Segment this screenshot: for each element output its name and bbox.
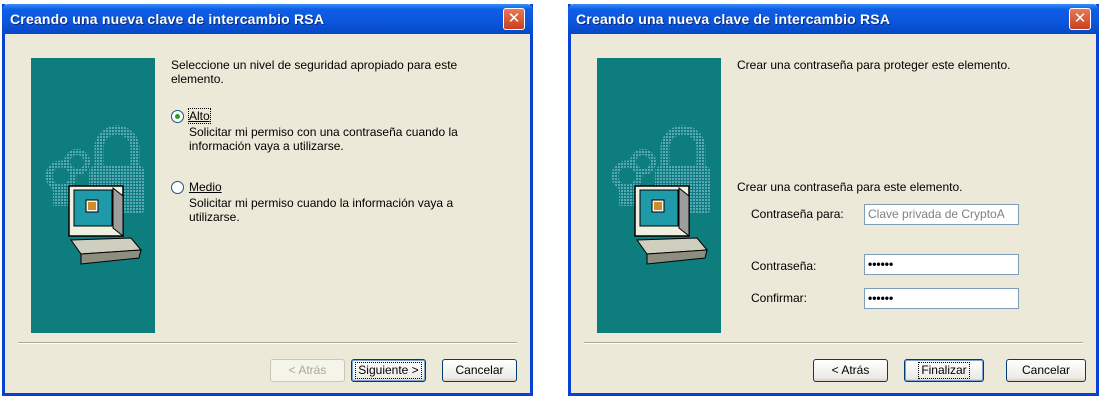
back-button[interactable]: < Atrás bbox=[813, 359, 888, 382]
separator bbox=[18, 342, 517, 344]
dialog-title: Creando una nueva clave de intercambio R… bbox=[10, 11, 325, 27]
intro-text: Crear una contraseña para proteger este … bbox=[737, 58, 1011, 72]
back-button[interactable]: < Atrás bbox=[270, 359, 345, 382]
dialog-title: Creando una nueva clave de intercambio R… bbox=[576, 11, 891, 27]
padlock-computer-icon bbox=[611, 125, 711, 265]
section-heading: Crear una contraseña para este elemento. bbox=[737, 180, 963, 194]
close-button[interactable]: ✕ bbox=[503, 8, 525, 30]
confirm-input[interactable]: •••••• bbox=[864, 288, 1019, 309]
close-icon: ✕ bbox=[1073, 10, 1087, 27]
next-button[interactable]: Siguiente > bbox=[351, 359, 426, 382]
close-icon: ✕ bbox=[507, 10, 521, 27]
medium-security-description: Solicitar mi permiso cuando la informaci… bbox=[189, 196, 454, 210]
medium-security-label[interactable]: Medio bbox=[189, 180, 222, 194]
security-level-dialog: Creando una nueva clave de intercambio R… bbox=[2, 4, 533, 396]
close-button[interactable]: ✕ bbox=[1069, 8, 1091, 30]
intro-text-line2: elemento. bbox=[171, 72, 224, 86]
high-security-label[interactable]: Alto bbox=[188, 108, 211, 124]
medium-security-radio[interactable] bbox=[171, 181, 184, 194]
password-label: Contraseña: bbox=[751, 259, 817, 273]
cancel-button[interactable]: Cancelar bbox=[442, 359, 517, 382]
medium-security-description-line2: utilizarse. bbox=[189, 210, 240, 224]
finish-button[interactable]: Finalizar bbox=[904, 359, 984, 382]
cancel-button[interactable]: Cancelar bbox=[1006, 359, 1086, 382]
title-bar[interactable]: Creando una nueva clave de intercambio R… bbox=[2, 4, 533, 34]
separator bbox=[584, 342, 1083, 344]
high-security-description-line2: información vaya a utilizarse. bbox=[189, 139, 344, 153]
padlock-computer-illustration bbox=[597, 58, 721, 333]
intro-text: Seleccione un nivel de seguridad apropia… bbox=[171, 58, 458, 72]
password-for-field: Clave privada de CryptoA bbox=[864, 204, 1019, 225]
padlock-computer-illustration bbox=[31, 58, 155, 333]
password-for-label: Contraseña para: bbox=[751, 207, 844, 221]
password-input[interactable]: •••••• bbox=[864, 254, 1019, 275]
confirm-label: Confirmar: bbox=[751, 291, 808, 305]
high-security-radio[interactable] bbox=[171, 110, 184, 123]
password-dialog: Creando una nueva clave de intercambio R… bbox=[568, 4, 1099, 396]
high-security-description: Solicitar mi permiso con una contraseña … bbox=[189, 125, 458, 139]
padlock-computer-icon bbox=[45, 125, 145, 265]
title-bar[interactable]: Creando una nueva clave de intercambio R… bbox=[568, 4, 1099, 34]
